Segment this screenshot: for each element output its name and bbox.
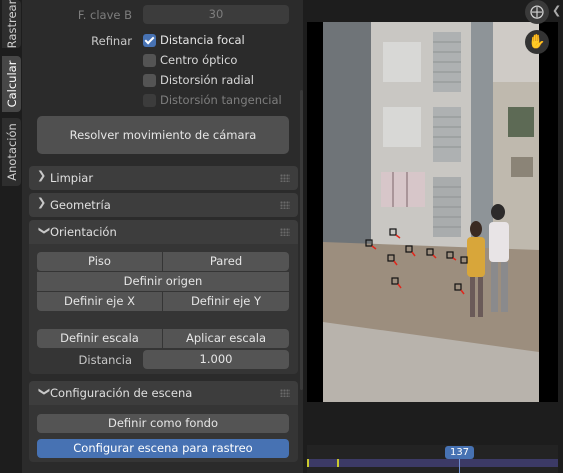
chevron-right-icon: ❯ [37,169,47,182]
keyframe-b-label: F. clave B [77,8,132,22]
chevron-left-icon[interactable]: ❮ [552,4,561,17]
checkbox-icon [143,53,156,67]
set-as-background-button[interactable]: Definir como fondo [37,414,289,433]
refine-label: Refinar [91,34,132,48]
set-y-axis-button[interactable]: Definir eje Y [163,292,289,311]
panel-header-geometry[interactable]: ❯ Geometría [29,193,298,217]
set-x-axis-button[interactable]: Definir eje X [37,292,162,311]
refine-optical-center-checkbox[interactable]: Centro óptico [143,52,237,68]
keyframe-b-field[interactable]: 30 [143,5,289,24]
clip-frame-area[interactable] [307,22,558,402]
tab-anotacion[interactable]: Anotación [2,118,21,186]
panel-header-orientation[interactable]: ❯ Orientación [29,220,298,244]
drag-grip-icon[interactable] [280,389,290,397]
checkbox-checked-icon [143,33,156,47]
tab-calcular[interactable]: Calcular [2,56,21,112]
hand-pan-icon[interactable]: ✋ [525,30,549,54]
distance-field[interactable]: 1.000 [143,350,289,369]
drag-grip-icon[interactable] [280,228,290,236]
drag-grip-icon[interactable] [280,201,290,209]
refine-tangential-distortion-checkbox: Distorsión tangencial [143,92,282,108]
clip-editor-viewport[interactable]: ⨁ ✋ ❮ 137 [303,0,563,473]
panel-header-cleanup[interactable]: ❯ Limpiar [29,166,298,190]
wall-button[interactable]: Pared [163,252,289,271]
panel-header-scene-setup[interactable]: ❯ Configuración de escena [29,381,298,405]
chevron-down-icon: ❯ [38,226,51,236]
timeline-cursor[interactable] [459,459,460,473]
keyframe-marker [307,459,309,467]
keyframe-marker [337,459,339,467]
tab-rastrear[interactable]: Rastrear [2,0,21,48]
movie-clip-image [323,22,539,402]
setup-tracking-scene-button[interactable]: Configurar escena para rastreo [37,439,289,458]
apply-scale-button[interactable]: Aplicar escala [163,329,289,348]
checkbox-icon [143,73,156,87]
distance-label: Distancia [78,353,132,367]
chevron-down-icon: ❯ [38,387,51,397]
vertical-tab-strip: Rastrear Calcular Anotación [0,0,22,473]
zoom-in-icon[interactable]: ⨁ [525,0,549,24]
timeline-scrubber[interactable]: 137 [307,445,558,473]
refine-radial-distortion-checkbox[interactable]: Distorsión radial [143,72,254,88]
solve-camera-motion-button[interactable]: Resolver movimiento de cámara [37,116,289,154]
current-frame-indicator[interactable]: 137 [445,446,474,459]
timeline-track [307,459,558,467]
set-origin-button[interactable]: Definir origen [37,272,289,291]
set-scale-button[interactable]: Definir escala [37,329,162,348]
drag-grip-icon[interactable] [280,174,290,182]
refine-focal-length-checkbox[interactable]: Distancia focal [143,32,245,48]
checkbox-icon [143,93,156,107]
chevron-right-icon: ❯ [37,196,47,209]
movie-clip-frame [323,22,539,402]
floor-button[interactable]: Piso [37,252,162,271]
